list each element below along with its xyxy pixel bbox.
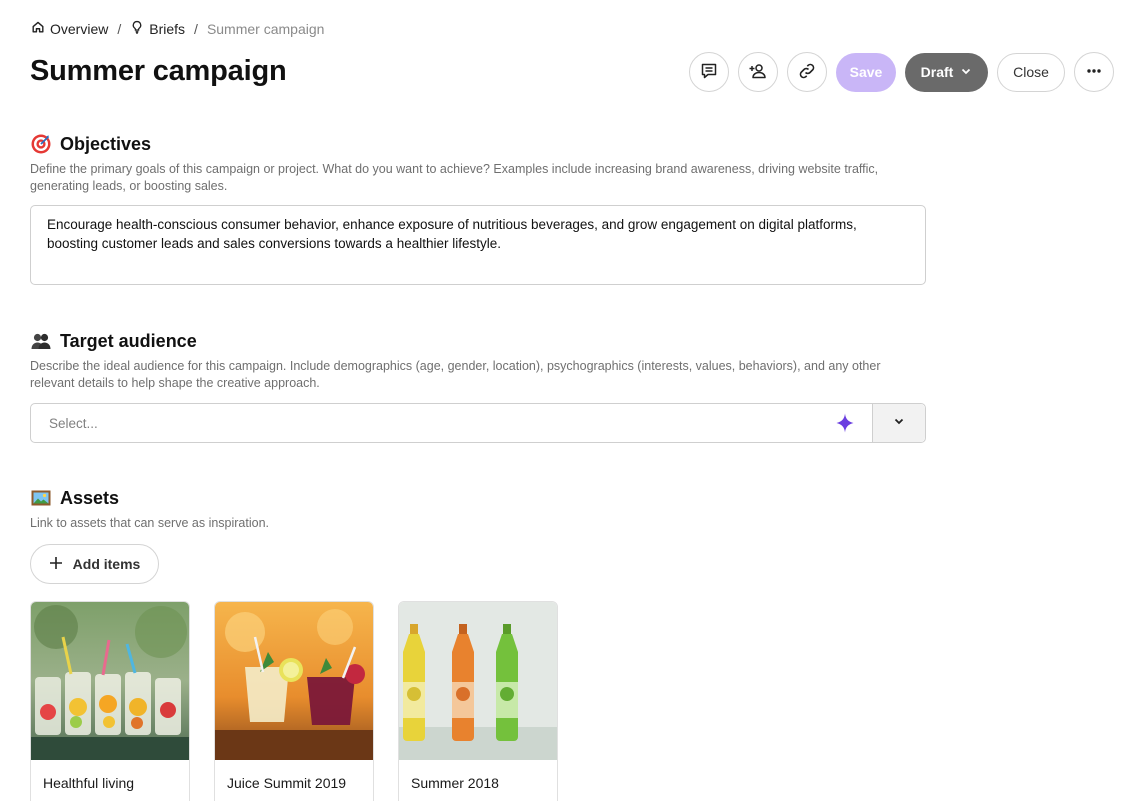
chevron-down-icon bbox=[960, 64, 972, 80]
breadcrumb-briefs[interactable]: Briefs bbox=[130, 20, 185, 37]
sparkle-ai-icon[interactable] bbox=[834, 412, 856, 434]
asset-card-label: Juice Summit 2019 bbox=[227, 775, 347, 791]
asset-card-label: Summer 2018 bbox=[411, 775, 499, 791]
more-options-button[interactable] bbox=[1074, 52, 1114, 92]
add-items-button[interactable]: Add items bbox=[30, 544, 159, 584]
page-title: Summer campaign bbox=[30, 55, 287, 87]
assets-title: Assets bbox=[60, 487, 120, 508]
target-audience-section: Target audience Describe the ideal audie… bbox=[30, 330, 926, 443]
comments-button[interactable] bbox=[689, 52, 729, 92]
assets-section: Assets Link to assets that can serve as … bbox=[30, 487, 926, 584]
asset-thumbnail-summer-2018 bbox=[399, 602, 557, 760]
add-user-button[interactable] bbox=[738, 52, 778, 92]
asset-card[interactable]: Healthful living bbox=[30, 601, 190, 801]
target-audience-heading: Target audience bbox=[30, 330, 926, 352]
objectives-heading: Objectives bbox=[30, 133, 926, 155]
objectives-section: Objectives Define the primary goals of t… bbox=[30, 133, 926, 285]
breadcrumb-separator: / bbox=[117, 20, 122, 37]
add-user-icon bbox=[748, 61, 768, 84]
objectives-description: Define the primary goals of this campaig… bbox=[30, 162, 879, 193]
lightbulb-icon bbox=[130, 20, 144, 37]
breadcrumb-overview[interactable]: Overview bbox=[31, 20, 108, 37]
add-items-label: Add items bbox=[72, 556, 141, 572]
asset-thumbnail-healthful-living bbox=[31, 602, 189, 760]
assets-description: Link to assets that can serve as inspira… bbox=[30, 516, 270, 530]
comment-icon bbox=[699, 61, 719, 84]
assets-heading: Assets bbox=[30, 487, 926, 509]
breadcrumb-separator: / bbox=[194, 20, 198, 37]
chevron-down-icon bbox=[893, 414, 905, 432]
plus-icon bbox=[49, 556, 63, 573]
breadcrumb-briefs-label: Briefs bbox=[149, 20, 186, 37]
toolbar: Save Draft Close bbox=[689, 52, 1114, 92]
asset-thumbnail-juice-summit-2019 bbox=[215, 602, 373, 760]
save-button[interactable]: Save bbox=[836, 52, 896, 92]
home-icon bbox=[31, 20, 45, 37]
target-audience-select[interactable]: Select... bbox=[30, 403, 926, 443]
framed-picture-icon bbox=[30, 487, 52, 509]
asset-cards: Healthful living Juice Summit 2019 Summe… bbox=[30, 601, 558, 801]
breadcrumb-overview-label: Overview bbox=[50, 20, 109, 37]
select-dropdown-toggle[interactable] bbox=[872, 404, 925, 442]
draft-label: Draft bbox=[920, 64, 954, 80]
target-audience-title: Target audience bbox=[60, 330, 197, 351]
link-icon bbox=[797, 61, 817, 84]
objectives-title: Objectives bbox=[60, 133, 152, 154]
copy-link-button[interactable] bbox=[787, 52, 827, 92]
more-horizontal-icon bbox=[1084, 61, 1104, 84]
asset-card-label: Healthful living bbox=[43, 775, 135, 791]
objectives-textarea[interactable]: Encourage health-conscious consumer beha… bbox=[30, 205, 926, 285]
target-audience-description: Describe the ideal audience for this cam… bbox=[30, 359, 881, 390]
close-button[interactable]: Close bbox=[997, 52, 1065, 92]
target-audience-placeholder: Select... bbox=[49, 415, 98, 431]
people-icon bbox=[30, 330, 52, 352]
breadcrumb-current: Summer campaign bbox=[206, 20, 325, 37]
breadcrumb: Overview / Briefs / Summer campaign bbox=[31, 20, 324, 37]
target-icon bbox=[30, 133, 52, 155]
asset-card[interactable]: Summer 2018 bbox=[398, 601, 558, 801]
asset-card[interactable]: Juice Summit 2019 bbox=[214, 601, 374, 801]
draft-status-button[interactable]: Draft bbox=[905, 52, 988, 92]
